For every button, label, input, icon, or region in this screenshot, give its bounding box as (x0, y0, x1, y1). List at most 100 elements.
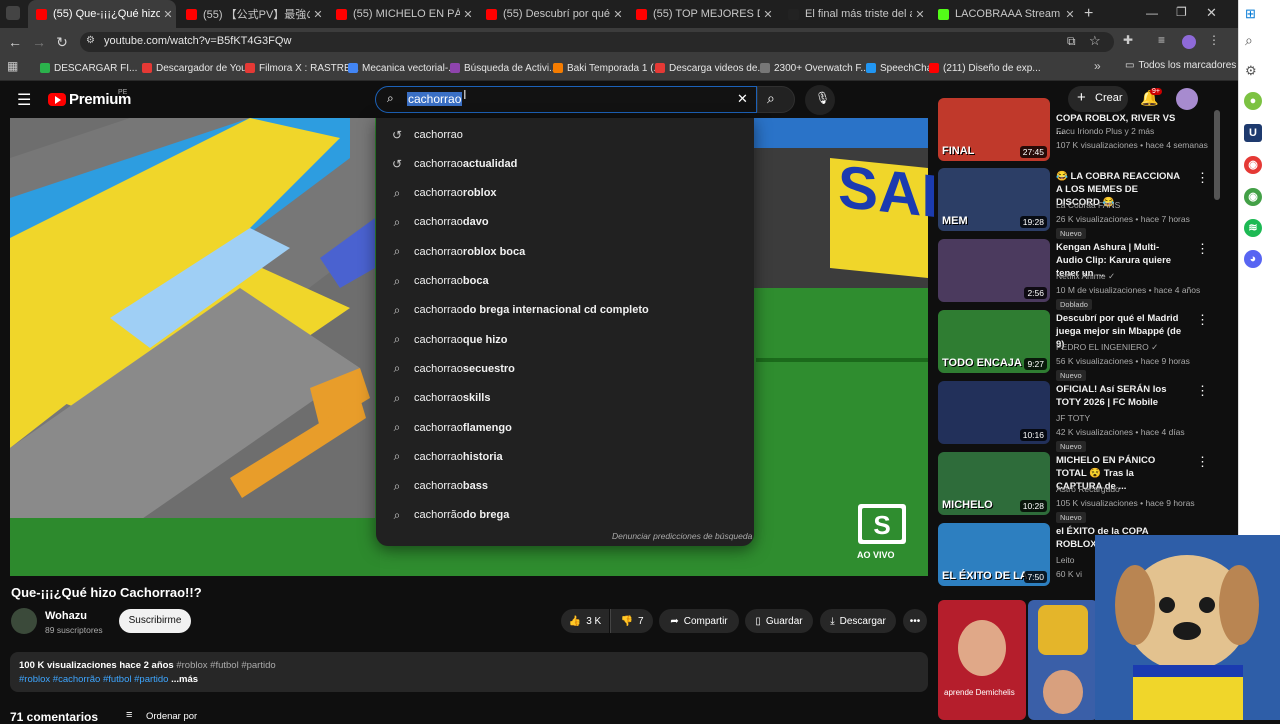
back-icon[interactable]: ← (5, 32, 25, 52)
profile-avatar[interactable] (1182, 35, 1196, 49)
tab-close-icon[interactable]: ✕ (160, 8, 176, 21)
search-suggestion[interactable]: ⌕ cachorrao roblox (376, 179, 754, 208)
bookmark-item[interactable]: Descarga videos de... (655, 60, 766, 76)
report-predictions-link[interactable]: Denunciar predicciones de búsqueda (612, 531, 752, 541)
bookmark-item[interactable]: SpeechChat (866, 60, 935, 76)
search-suggestion[interactable]: ⌕ cachorrao secuestro (376, 354, 754, 383)
channel-name[interactable]: Wohazu (45, 610, 87, 622)
bookmark-item[interactable]: (211) Diseño de exp... (929, 60, 1041, 76)
forward-icon[interactable]: → (29, 32, 49, 52)
download-button[interactable]: ⤓ Descargar (820, 609, 896, 633)
bookmarks-overflow-button[interactable]: » (1094, 59, 1101, 73)
bookmark-item[interactable]: DESCARGAR FI... (40, 60, 137, 76)
clear-search-icon[interactable]: ✕ (737, 91, 748, 107)
tab-close-icon[interactable]: ✕ (1062, 8, 1078, 21)
channel-avatar[interactable] (11, 608, 37, 634)
search-suggestion[interactable]: ⌕ cachorrao bass (376, 472, 754, 501)
tab-close-icon[interactable]: ✕ (610, 8, 626, 21)
tab-close-icon[interactable]: ✕ (760, 8, 776, 21)
recommendation-channel[interactable]: Netflix Anime ✓ (1056, 271, 1115, 282)
share-button[interactable]: ➦ Compartir (659, 609, 739, 633)
search-suggestion[interactable]: ↺ cachorrao actualidad (376, 149, 754, 178)
recommendation-channel[interactable]: JF TOTY (1056, 413, 1090, 423)
recommendation-menu-icon[interactable]: ⋮ (1196, 241, 1209, 257)
browser-menu-icon[interactable]: ⋮ (1208, 33, 1220, 47)
all-bookmarks-button[interactable]: ▭ Todos los marcadores (1125, 60, 1236, 71)
tab-search-icon[interactable] (6, 6, 20, 20)
bookmark-item[interactable]: Baki Temporada 1 (... (553, 60, 662, 76)
search-suggestion[interactable]: ⌕ cachorrao do brega internacional cd com… (376, 296, 754, 325)
recommendation-thumbnail[interactable]: TODO ENCAJA 9:27 (938, 310, 1050, 373)
bookmark-item[interactable]: Búsqueda de Activi... (450, 60, 557, 76)
search-suggestion[interactable]: ⌕ cachorrao que hizo (376, 325, 754, 354)
recommendation-menu-icon[interactable]: ⋮ (1196, 454, 1209, 470)
tab-close-icon[interactable]: ✕ (912, 8, 928, 21)
browser-tab[interactable]: (55) 【公式PV】最強の悪魔と世✕ (178, 0, 326, 28)
recommendation-thumbnail[interactable]: 2:56 (938, 239, 1050, 302)
chrome-icon[interactable]: ◉ (1244, 156, 1262, 174)
hashtags[interactable]: #roblox #cachorrão #futbol #partido (19, 674, 168, 685)
save-button[interactable]: ▯ Guardar (745, 609, 813, 633)
browser-tab[interactable]: El final más triste del anime.✕ (780, 0, 928, 28)
browser-tab[interactable]: (55) TOP MEJORES DRIVERS✕ (628, 0, 776, 28)
search-suggestion[interactable]: ⌕ cachorrao flamengo (376, 413, 754, 442)
search-suggestion[interactable]: ⌕ cachorrão do brega (376, 501, 754, 530)
search-suggestion[interactable]: ⌕ cachorrao boca (376, 267, 754, 296)
search-suggestion[interactable]: ⌕ cachorrao roblox boca (376, 237, 754, 266)
recommendation-channel[interactable]: Astro Recargado (1056, 484, 1120, 494)
windows-icon[interactable]: ⊞ (1245, 6, 1256, 22)
chrome-icon-2[interactable]: ◉ (1244, 188, 1262, 206)
app-icon-u[interactable]: U (1244, 124, 1262, 142)
bookmark-item[interactable]: Mecanica vectorial-... (348, 60, 456, 76)
recommendation-thumbnail[interactable]: MICHELO 10:28 (938, 452, 1050, 515)
shorts-thumbnail-2[interactable] (1028, 600, 1098, 720)
bookmark-star-icon[interactable]: ☆ (1089, 33, 1101, 49)
recommendation-menu-icon[interactable]: ⋮ (1196, 170, 1209, 186)
sort-button[interactable]: Ordenar por (146, 711, 197, 722)
spotify-icon[interactable]: ≋ (1244, 219, 1262, 237)
search-button[interactable] (757, 86, 795, 113)
browser-tab[interactable]: LACOBRAAA Stream - Watch✕ (930, 0, 1078, 28)
browser-tab[interactable]: (55) Descubrí por qué el Ma✕ (478, 0, 626, 28)
recommendation-thumbnail[interactable]: MEM 19:28 (938, 168, 1050, 231)
minimize-button[interactable]: — (1146, 6, 1158, 20)
site-info-icon[interactable]: ⚙ (86, 35, 95, 46)
reload-icon[interactable]: ↻ (52, 32, 72, 52)
recommendation-channel[interactable]: PEDRO EL INGENIERO ✓ (1056, 342, 1158, 353)
dislike-button[interactable]: 👎 7 (610, 609, 653, 633)
settings-sidebar-icon[interactable]: ⚙ (1245, 63, 1257, 79)
app-icon-1[interactable]: ● (1244, 92, 1262, 110)
install-app-icon[interactable]: ⧉ (1067, 34, 1076, 49)
recommendation-thumbnail[interactable]: EL ÉXITO DE LA 7:50 (938, 523, 1050, 586)
recommendation-channel[interactable]: La Cobraa FANS (1056, 200, 1120, 210)
recommendation-channel[interactable]: Leito (1056, 555, 1074, 565)
search-suggestion[interactable]: ↺ cachorrao (376, 120, 754, 149)
description-box[interactable] (10, 652, 928, 692)
media-controls-icon[interactable]: ≡ (1158, 33, 1165, 47)
bookmark-item[interactable]: 2300+ Overwatch F... (760, 60, 869, 76)
user-avatar[interactable] (1176, 88, 1198, 110)
recommendation-title[interactable]: OFICIAL! Así SERÁN los TOTY 2026 | FC Mo… (1056, 383, 1182, 409)
more-link[interactable]: ...más (168, 674, 198, 685)
page-scrollbar[interactable] (1214, 110, 1220, 200)
search-sidebar-icon[interactable]: ⌕ (1245, 32, 1253, 49)
search-suggestion[interactable]: ⌕ cachorrao skills (376, 384, 754, 413)
tab-close-icon[interactable]: ✕ (460, 8, 476, 21)
bookmark-item[interactable]: Filmora X : RASTRE... (245, 60, 359, 76)
close-window-button[interactable]: ✕ (1206, 5, 1217, 21)
browser-tab[interactable]: (55) Que-¡¡¡¿Qué hizo Ca✕ (28, 0, 176, 28)
like-button[interactable]: 👍 3 K (561, 609, 609, 633)
new-tab-button[interactable]: + (1084, 5, 1093, 23)
tab-close-icon[interactable]: ✕ (310, 8, 326, 21)
recommendation-thumbnail[interactable]: FINAL 27:45 (938, 98, 1050, 161)
recommendation-menu-icon[interactable]: ⋮ (1196, 383, 1209, 399)
bookmark-item[interactable]: Descargador de You... (142, 60, 255, 76)
apps-grid-icon[interactable]: ▦ (7, 59, 18, 73)
url-text[interactable]: youtube.com/watch?v=B5fKT4G3FQw (104, 35, 291, 47)
extensions-icon[interactable]: ✚ (1123, 33, 1133, 47)
hamburger-menu-icon[interactable]: ☰ (17, 90, 31, 110)
subscribe-button[interactable]: Suscribirme (119, 609, 191, 633)
shorts-thumbnail-1[interactable]: aprende Demichelis (938, 600, 1026, 720)
search-suggestion[interactable]: ⌕ cachorrao historia (376, 442, 754, 471)
maximize-button[interactable]: ❐ (1176, 5, 1187, 19)
